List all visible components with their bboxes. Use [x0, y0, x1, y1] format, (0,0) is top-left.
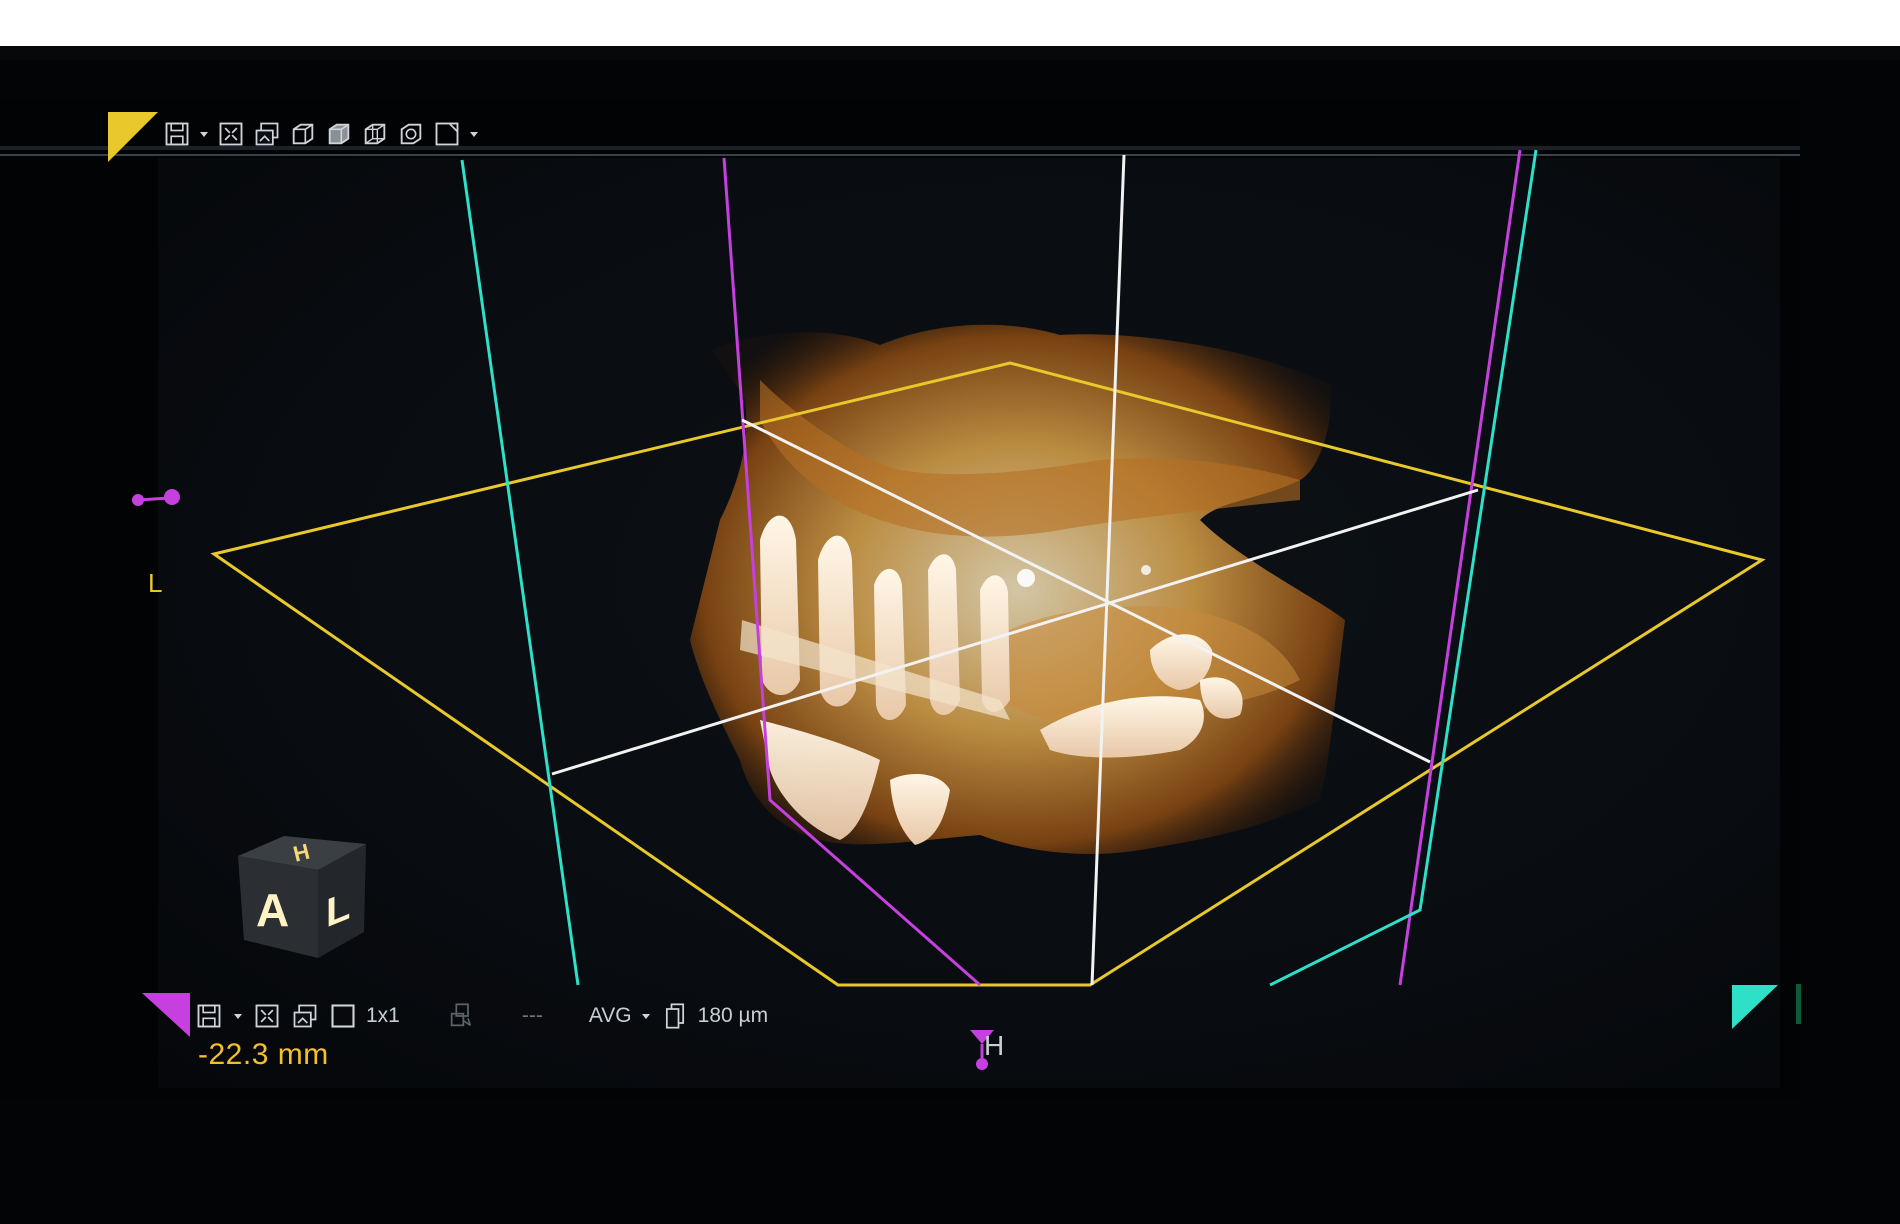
cube-axes-icon[interactable] [396, 119, 426, 149]
dash-value: --- [521, 1004, 543, 1027]
fit-view-icon[interactable] [252, 1001, 282, 1031]
single-layout-icon[interactable] [328, 1001, 358, 1031]
coronal-plane-line-2[interactable] [1269, 149, 1538, 987]
orientation-cube[interactable]: H A L [226, 828, 376, 978]
sagittal-plane-line-2[interactable] [1398, 149, 1522, 986]
stack-icon[interactable] [660, 1001, 690, 1031]
link-views-icon[interactable] [446, 1001, 476, 1031]
dropdown-caret-icon[interactable] [640, 1001, 652, 1031]
cursor-label: H [984, 1030, 1005, 1061]
coronal-plane-line[interactable] [460, 159, 580, 986]
layout-value[interactable]: 1x1 [366, 1004, 400, 1028]
right-edge-accent [1796, 984, 1801, 1024]
slice-position-readout: -22.3 mm [198, 1038, 329, 1071]
axial-view-corner-marker [108, 112, 158, 162]
dropdown-caret-icon[interactable] [232, 1001, 244, 1031]
sagittal-view-corner-marker [142, 993, 190, 1037]
viewport-toolbar-top [162, 116, 480, 152]
coronal-view-corner-marker [1732, 985, 1778, 1029]
fit-view-icon[interactable] [216, 119, 246, 149]
viewport-toolbar-bottom: 1x1 --- AVG 180 µm [194, 996, 768, 1036]
cube-solid-icon[interactable] [324, 119, 354, 149]
slice-thickness-value[interactable]: 180 µm [698, 1004, 768, 1028]
export-image-icon[interactable] [252, 119, 282, 149]
save-icon[interactable] [162, 119, 192, 149]
cube-view-icon[interactable] [288, 119, 318, 149]
save-icon[interactable] [194, 1001, 224, 1031]
dental-volume-render [690, 324, 1345, 855]
cube-front-label: A [256, 884, 289, 936]
projection-mode-select[interactable]: AVG [589, 1004, 632, 1028]
export-image-icon[interactable] [290, 1001, 320, 1031]
left-position-handle[interactable] [132, 489, 180, 506]
view-preset-icon[interactable] [432, 119, 462, 149]
orientation-left-label: L [148, 568, 163, 598]
dropdown-caret-icon[interactable] [468, 119, 480, 149]
dropdown-caret-icon[interactable] [198, 119, 210, 149]
cube-wire-icon[interactable] [360, 119, 390, 149]
